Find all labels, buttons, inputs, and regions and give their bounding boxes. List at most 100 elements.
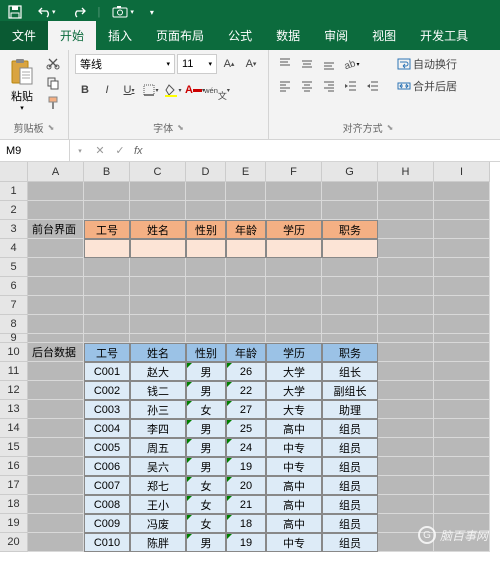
cell-C8[interactable] [130, 315, 186, 334]
cell-I7[interactable] [434, 296, 490, 315]
align-bottom-button[interactable] [319, 54, 339, 74]
underline-button[interactable]: U▾ [119, 80, 139, 100]
row-header-20[interactable]: 20 [0, 533, 28, 552]
cell-B9[interactable] [84, 334, 130, 343]
cell-I18[interactable] [434, 495, 490, 514]
cell-G15[interactable]: 组员 [322, 438, 378, 457]
cell-H10[interactable] [378, 343, 434, 362]
row-header-16[interactable]: 16 [0, 457, 28, 476]
cell-H2[interactable] [378, 201, 434, 220]
redo-icon[interactable] [68, 4, 90, 20]
cell-B2[interactable] [84, 201, 130, 220]
tab-insert[interactable]: 插入 [96, 21, 144, 50]
cell-E8[interactable] [226, 315, 266, 334]
col-header-E[interactable]: E [226, 162, 266, 182]
cell-H4[interactable] [378, 239, 434, 258]
tab-dev[interactable]: 开发工具 [408, 21, 480, 50]
cell-A14[interactable] [28, 419, 84, 438]
cell-G18[interactable]: 组员 [322, 495, 378, 514]
cell-I3[interactable] [434, 220, 490, 239]
col-header-G[interactable]: G [322, 162, 378, 182]
cell-E3[interactable]: 年龄 [226, 220, 266, 239]
orientation-button[interactable]: ab▾ [341, 54, 361, 74]
cell-C3[interactable]: 姓名 [130, 220, 186, 239]
col-header-H[interactable]: H [378, 162, 434, 182]
cell-B11[interactable]: C001 [84, 362, 130, 381]
cell-D10[interactable]: 性别 [186, 343, 226, 362]
cell-B12[interactable]: C002 [84, 381, 130, 400]
cell-F15[interactable]: 中专 [266, 438, 322, 457]
cell-F9[interactable] [266, 334, 322, 343]
tab-data[interactable]: 数据 [264, 21, 312, 50]
cell-B10[interactable]: 工号 [84, 343, 130, 362]
cell-G16[interactable]: 组员 [322, 457, 378, 476]
font-size-select[interactable]: 11▾ [177, 54, 217, 74]
cell-B18[interactable]: C008 [84, 495, 130, 514]
row-header-15[interactable]: 15 [0, 438, 28, 457]
row-header-3[interactable]: 3 [0, 220, 28, 239]
cell-I13[interactable] [434, 400, 490, 419]
cell-G12[interactable]: 副组长 [322, 381, 378, 400]
cell-B13[interactable]: C003 [84, 400, 130, 419]
select-all-corner[interactable] [0, 162, 28, 182]
cell-F14[interactable]: 高中 [266, 419, 322, 438]
cell-D8[interactable] [186, 315, 226, 334]
cell-A3[interactable]: 前台界面 [28, 220, 84, 239]
cell-D19[interactable]: 女 [186, 514, 226, 533]
clipboard-launcher-icon[interactable]: ⬊ [48, 123, 55, 132]
cell-D14[interactable]: 男 [186, 419, 226, 438]
tab-file[interactable]: 文件 [0, 21, 48, 50]
cell-D4[interactable] [186, 239, 226, 258]
cell-D1[interactable] [186, 182, 226, 201]
align-launcher-icon[interactable]: ⬊ [387, 123, 394, 132]
border-button[interactable]: ▾ [141, 80, 161, 100]
cell-F19[interactable]: 高中 [266, 514, 322, 533]
cell-H20[interactable] [378, 533, 434, 552]
cell-E20[interactable]: 19 [226, 533, 266, 552]
cell-C11[interactable]: 赵大 [130, 362, 186, 381]
cell-H19[interactable] [378, 514, 434, 533]
col-header-B[interactable]: B [84, 162, 130, 182]
format-painter-button[interactable] [44, 94, 62, 112]
cell-E10[interactable]: 年龄 [226, 343, 266, 362]
cell-I20[interactable] [434, 533, 490, 552]
enter-formula-icon[interactable]: ✓ [110, 140, 130, 161]
italic-button[interactable]: I [97, 80, 117, 100]
cell-B6[interactable] [84, 277, 130, 296]
cell-G1[interactable] [322, 182, 378, 201]
cell-D15[interactable]: 男 [186, 438, 226, 457]
row-header-6[interactable]: 6 [0, 277, 28, 296]
cell-C18[interactable]: 王小 [130, 495, 186, 514]
cell-F20[interactable]: 中专 [266, 533, 322, 552]
row-header-5[interactable]: 5 [0, 258, 28, 277]
cell-A9[interactable] [28, 334, 84, 343]
cell-E16[interactable]: 19 [226, 457, 266, 476]
formula-input[interactable] [147, 140, 500, 161]
cell-C12[interactable]: 钱二 [130, 381, 186, 400]
cell-G17[interactable]: 组员 [322, 476, 378, 495]
row-header-10[interactable]: 10 [0, 343, 28, 362]
cell-H8[interactable] [378, 315, 434, 334]
insert-function-button[interactable]: fx [130, 145, 147, 157]
cell-E14[interactable]: 25 [226, 419, 266, 438]
cell-A16[interactable] [28, 457, 84, 476]
cell-C5[interactable] [130, 258, 186, 277]
save-icon[interactable] [4, 3, 26, 21]
tab-view[interactable]: 视图 [360, 21, 408, 50]
row-header-1[interactable]: 1 [0, 182, 28, 201]
cell-C17[interactable]: 郑七 [130, 476, 186, 495]
cell-I8[interactable] [434, 315, 490, 334]
cell-C19[interactable]: 冯废 [130, 514, 186, 533]
cell-A6[interactable] [28, 277, 84, 296]
cell-C1[interactable] [130, 182, 186, 201]
cell-A18[interactable] [28, 495, 84, 514]
cut-button[interactable] [44, 54, 62, 72]
cell-C13[interactable]: 孙三 [130, 400, 186, 419]
cell-D13[interactable]: 女 [186, 400, 226, 419]
cell-D16[interactable]: 男 [186, 457, 226, 476]
cell-F6[interactable] [266, 277, 322, 296]
cell-B4[interactable] [84, 239, 130, 258]
row-header-19[interactable]: 19 [0, 514, 28, 533]
cell-F12[interactable]: 大学 [266, 381, 322, 400]
cell-C7[interactable] [130, 296, 186, 315]
